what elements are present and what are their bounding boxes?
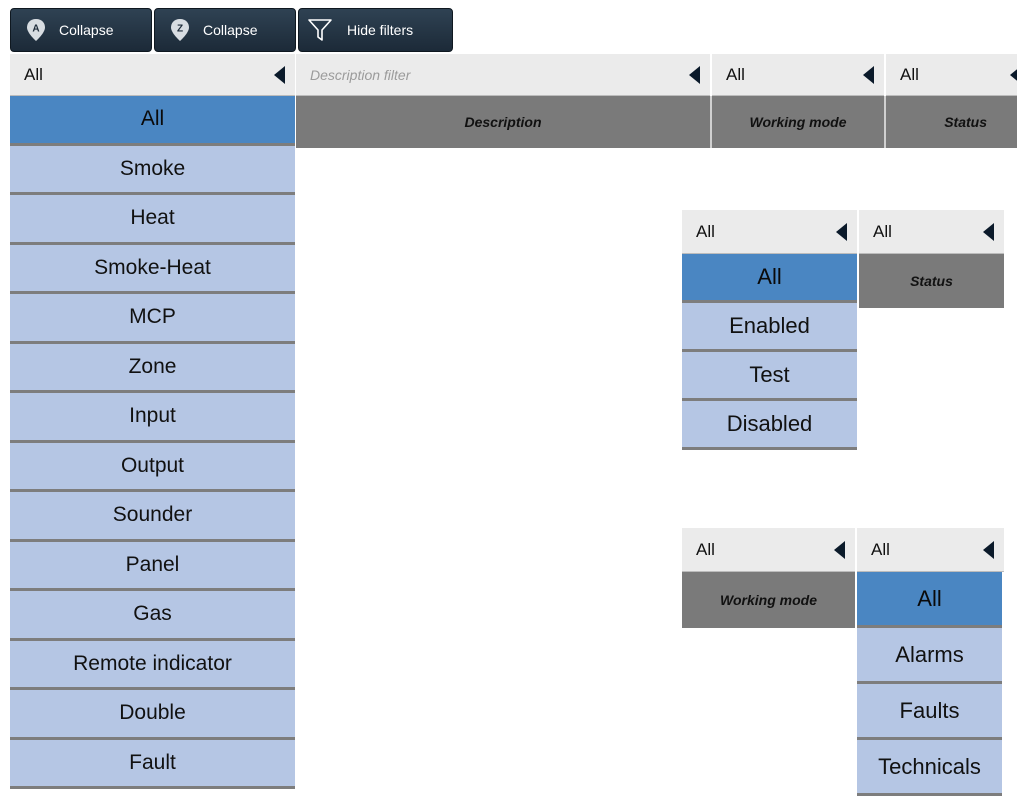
caret-left-icon	[983, 222, 994, 241]
status-dropdown-select[interactable]: All	[857, 528, 1004, 572]
description-filter-input[interactable]: Description filter	[296, 54, 710, 96]
working-mode-option[interactable]: All	[682, 254, 857, 303]
caret-left-icon	[863, 65, 874, 84]
working-mode-option[interactable]: Test	[682, 352, 857, 401]
status-option[interactable]: Faults	[857, 684, 1002, 740]
collapse-z-label: Collapse	[203, 22, 258, 38]
type-filter-option[interactable]: Output	[10, 442, 295, 492]
type-filter-option[interactable]: Input	[10, 393, 295, 443]
description-filter-placeholder: Description filter	[310, 66, 411, 83]
type-filter-option[interactable]: Heat	[10, 195, 295, 245]
type-filter-option[interactable]: All	[10, 96, 295, 146]
status-option[interactable]: All	[857, 572, 1002, 628]
pin-z-icon: Z	[167, 17, 193, 43]
working-mode-filter-select[interactable]: All	[712, 54, 884, 96]
type-filter-option[interactable]: Fault	[10, 739, 295, 789]
status-dropdown-working-mode-select[interactable]: All	[682, 528, 855, 572]
status-filter-value: All	[900, 64, 919, 84]
status-option[interactable]: Technicals	[857, 740, 1002, 796]
caret-left-icon	[836, 222, 847, 241]
type-filter-option[interactable]: Zone	[10, 343, 295, 393]
working-mode-filter-value: All	[726, 64, 745, 84]
caret-left-icon	[689, 65, 700, 84]
column-header-label: Status	[910, 273, 953, 289]
status-filter-select[interactable]: All	[886, 54, 1017, 96]
caret-left-icon	[834, 540, 845, 559]
caret-left-icon	[274, 65, 285, 84]
hide-filters-label: Hide filters	[347, 22, 414, 38]
svg-text:A: A	[32, 24, 39, 35]
working-mode-option[interactable]: Disabled	[682, 401, 857, 450]
hide-filters-button[interactable]: Hide filters	[298, 8, 453, 52]
caret-left-icon	[983, 540, 994, 559]
type-filter-option[interactable]: Gas	[10, 591, 295, 641]
column-header-status[interactable]: Status	[886, 96, 1017, 148]
type-filter-option[interactable]: Double	[10, 690, 295, 740]
working-mode-dropdown-status-header[interactable]: Status	[859, 254, 1004, 308]
collapse-a-label: Collapse	[59, 22, 114, 38]
type-filter-option[interactable]: Sounder	[10, 492, 295, 542]
working-mode-dropdown-value: All	[696, 221, 715, 241]
column-header-description[interactable]: Description	[296, 96, 712, 148]
column-header-label: Status	[944, 114, 987, 130]
status-dropdown-working-mode-value: All	[696, 539, 715, 559]
status-option[interactable]: Alarms	[857, 628, 1002, 684]
working-mode-option[interactable]: Enabled	[682, 303, 857, 352]
working-mode-dropdown-select[interactable]: All	[682, 210, 857, 254]
working-mode-dropdown-status-value: All	[873, 221, 892, 241]
type-filter-option[interactable]: MCP	[10, 294, 295, 344]
type-filter-select[interactable]: All	[10, 54, 295, 96]
column-header-label: Working mode	[720, 592, 817, 608]
type-filter-option[interactable]: Smoke-Heat	[10, 244, 295, 294]
column-header-label: Description	[464, 114, 542, 130]
type-filter-option[interactable]: Panel	[10, 541, 295, 591]
status-dropdown-value: All	[871, 539, 890, 559]
funnel-icon	[307, 17, 333, 43]
collapse-a-button[interactable]: A Collapse	[10, 8, 152, 52]
column-header-working-mode[interactable]: Working mode	[712, 96, 886, 148]
pin-a-icon: A	[23, 17, 49, 43]
collapse-z-button[interactable]: Z Collapse	[154, 8, 296, 52]
type-filter-option[interactable]: Remote indicator	[10, 640, 295, 690]
status-dropdown-working-mode-header[interactable]: Working mode	[682, 572, 855, 628]
svg-text:Z: Z	[177, 24, 183, 35]
type-filter-value: All	[24, 64, 43, 84]
caret-left-icon	[1010, 65, 1017, 84]
type-filter-option[interactable]: Smoke	[10, 145, 295, 195]
working-mode-dropdown-status-select[interactable]: All	[859, 210, 1004, 254]
column-header-label: Working mode	[749, 114, 847, 130]
